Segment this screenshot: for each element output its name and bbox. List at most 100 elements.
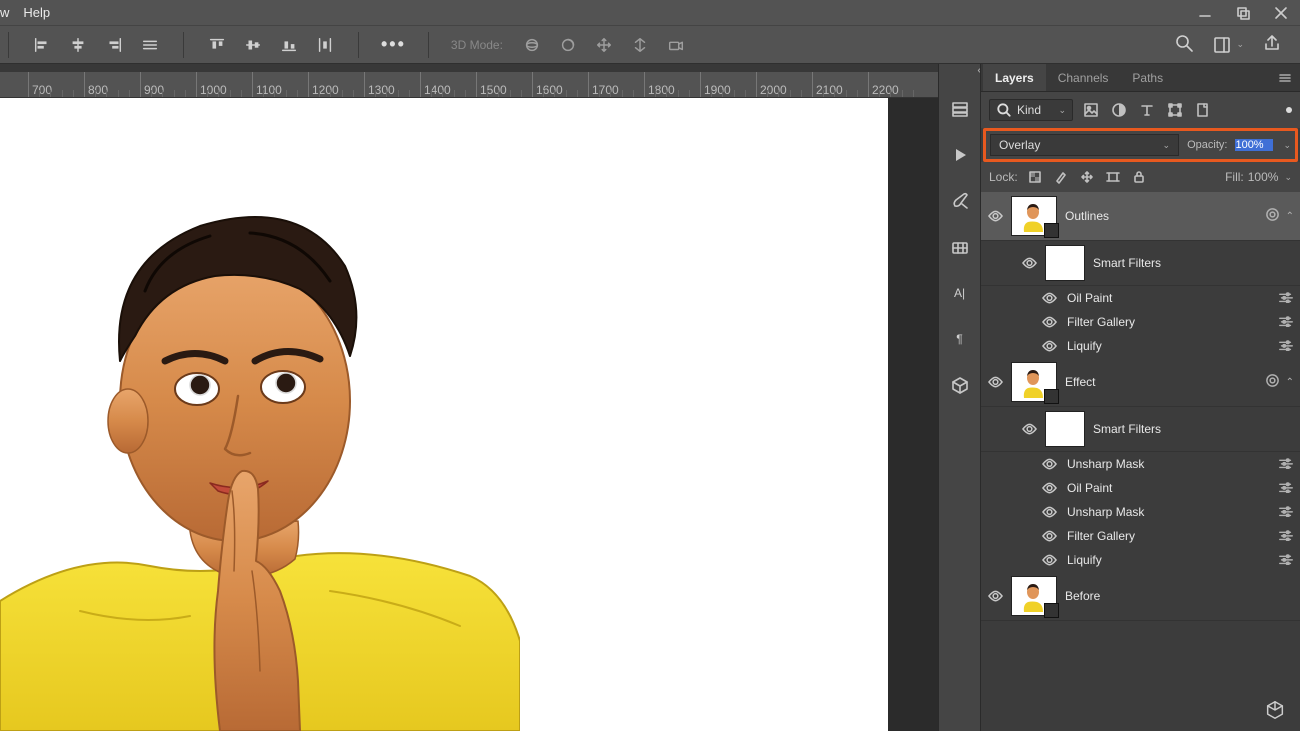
filter-settings-icon[interactable]	[1278, 291, 1294, 306]
tab-channels[interactable]: Channels	[1046, 64, 1121, 91]
dist-space-icon[interactable]	[314, 34, 336, 56]
layer-row[interactable]: Filter Gallery	[981, 524, 1300, 548]
slide-3d-icon[interactable]	[629, 34, 651, 56]
menu-item-help[interactable]: Help	[23, 5, 50, 20]
swatches-panel-icon[interactable]	[947, 234, 973, 260]
align-left-icon[interactable]	[31, 34, 53, 56]
lock-pixels-icon[interactable]	[1052, 168, 1070, 186]
collapse-chevron-icon[interactable]: ‹‹	[977, 66, 978, 76]
character-panel-icon[interactable]: A|	[947, 280, 973, 306]
layer-row[interactable]: Filter Gallery	[981, 310, 1300, 334]
layer-thumbnail[interactable]	[1011, 362, 1057, 402]
layer-fx-icon[interactable]	[1265, 373, 1280, 391]
layer-row[interactable]: Liquify	[981, 548, 1300, 572]
filter-adjustment-icon[interactable]	[1109, 100, 1129, 120]
actions-panel-icon[interactable]	[947, 142, 973, 168]
filter-type-icon[interactable]	[1137, 100, 1157, 120]
3d-panel-icon[interactable]	[947, 372, 973, 398]
visibility-toggle-icon[interactable]	[1041, 314, 1057, 330]
layer-row[interactable]: Unsharp Mask	[981, 452, 1300, 476]
align-hcenter-icon[interactable]	[67, 34, 89, 56]
pan-3d-icon[interactable]	[593, 34, 615, 56]
visibility-toggle-icon[interactable]	[1041, 456, 1057, 472]
roll-3d-icon[interactable]	[557, 34, 579, 56]
brush-settings-panel-icon[interactable]	[947, 188, 973, 214]
tab-layers[interactable]: Layers	[983, 64, 1046, 91]
layer-row[interactable]: Oil Paint	[981, 286, 1300, 310]
collapse-layer-icon[interactable]: ⌃	[1286, 377, 1294, 388]
opacity-label[interactable]: Opacity:	[1187, 139, 1227, 151]
search-icon[interactable]	[1174, 33, 1194, 56]
lock-artboard-icon[interactable]	[1104, 168, 1122, 186]
visibility-toggle-icon[interactable]	[1041, 504, 1057, 520]
filter-toggle-icon[interactable]	[1286, 107, 1292, 113]
lock-transparency-icon[interactable]	[1026, 168, 1044, 186]
layer-row[interactable]: Liquify	[981, 334, 1300, 358]
layer-row[interactable]: Before	[981, 572, 1300, 621]
layer-fx-icon[interactable]	[1265, 207, 1280, 225]
tab-paths[interactable]: Paths	[1120, 64, 1175, 91]
layer-row[interactable]: Effect⌃	[981, 358, 1300, 407]
layer-thumbnail[interactable]	[1011, 196, 1057, 236]
filter-settings-icon[interactable]	[1278, 457, 1294, 472]
filter-settings-icon[interactable]	[1278, 315, 1294, 330]
visibility-toggle-icon[interactable]	[1041, 552, 1057, 568]
collapse-layer-icon[interactable]: ⌃	[1286, 211, 1294, 222]
layer-row[interactable]: Smart Filters	[981, 241, 1300, 286]
fill-label[interactable]: Fill:	[1225, 170, 1244, 184]
align-right-icon[interactable]	[103, 34, 125, 56]
more-options-icon[interactable]: •••	[381, 34, 406, 55]
orbit-3d-icon[interactable]	[521, 34, 543, 56]
mask-thumbnail[interactable]	[1045, 245, 1085, 281]
fill-value[interactable]: 100%	[1248, 170, 1279, 184]
maximize-button[interactable]	[1224, 0, 1262, 25]
canvas[interactable]	[0, 98, 888, 731]
horizontal-ruler[interactable]: 7008009001000110012001300140015001600170…	[0, 72, 938, 98]
layer-row[interactable]: Outlines⌃	[981, 192, 1300, 241]
visibility-toggle-icon[interactable]	[1021, 255, 1037, 271]
visibility-toggle-icon[interactable]	[1041, 480, 1057, 496]
visibility-toggle-icon[interactable]	[987, 208, 1003, 224]
visibility-toggle-icon[interactable]	[1041, 338, 1057, 354]
lock-position-icon[interactable]	[1078, 168, 1096, 186]
filter-smartobject-icon[interactable]	[1193, 100, 1213, 120]
align-justify-icon[interactable]	[139, 34, 161, 56]
panel-menu-icon[interactable]	[1270, 64, 1300, 91]
visibility-toggle-icon[interactable]	[1041, 528, 1057, 544]
camera-3d-icon[interactable]	[665, 34, 687, 56]
filter-settings-icon[interactable]	[1278, 505, 1294, 520]
minimize-button[interactable]	[1186, 0, 1224, 25]
filter-settings-icon[interactable]	[1278, 553, 1294, 568]
share-icon[interactable]	[1262, 33, 1282, 56]
visibility-toggle-icon[interactable]	[987, 374, 1003, 390]
filter-settings-icon[interactable]	[1278, 529, 1294, 544]
paragraph-panel-icon[interactable]: ¶	[947, 326, 973, 352]
dist-vcenter-icon[interactable]	[242, 34, 264, 56]
canvas-viewport[interactable]	[0, 98, 938, 731]
opacity-input[interactable]: 100%	[1235, 139, 1273, 151]
mask-thumbnail[interactable]	[1045, 411, 1085, 447]
layer-thumbnail[interactable]	[1011, 576, 1057, 616]
filter-pixel-icon[interactable]	[1081, 100, 1101, 120]
filter-kind-select[interactable]: Kind ⌄	[989, 99, 1073, 121]
layer-row[interactable]: Unsharp Mask	[981, 500, 1300, 524]
filter-shape-icon[interactable]	[1165, 100, 1185, 120]
dist-top-icon[interactable]	[206, 34, 228, 56]
lock-all-icon[interactable]	[1130, 168, 1148, 186]
visibility-toggle-icon[interactable]	[1041, 290, 1057, 306]
visibility-toggle-icon[interactable]	[987, 588, 1003, 604]
blend-mode-select[interactable]: Overlay ⌄	[990, 134, 1179, 156]
opacity-chevron-icon[interactable]: ⌄	[1283, 140, 1291, 151]
fill-chevron-icon[interactable]: ⌄	[1284, 172, 1292, 183]
layer-row[interactable]: Oil Paint	[981, 476, 1300, 500]
history-panel-icon[interactable]	[947, 96, 973, 122]
visibility-toggle-icon[interactable]	[1021, 421, 1037, 437]
layer-row[interactable]: Smart Filters	[981, 407, 1300, 452]
workspace-switcher-icon[interactable]: ⌄	[1212, 35, 1244, 55]
layer-list[interactable]: Outlines⌃Smart FiltersOil PaintFilter Ga…	[981, 192, 1300, 689]
filter-settings-icon[interactable]	[1278, 339, 1294, 354]
dist-bottom-icon[interactable]	[278, 34, 300, 56]
close-button[interactable]	[1262, 0, 1300, 25]
filter-settings-icon[interactable]	[1278, 481, 1294, 496]
menu-item-w[interactable]: w	[0, 5, 9, 20]
